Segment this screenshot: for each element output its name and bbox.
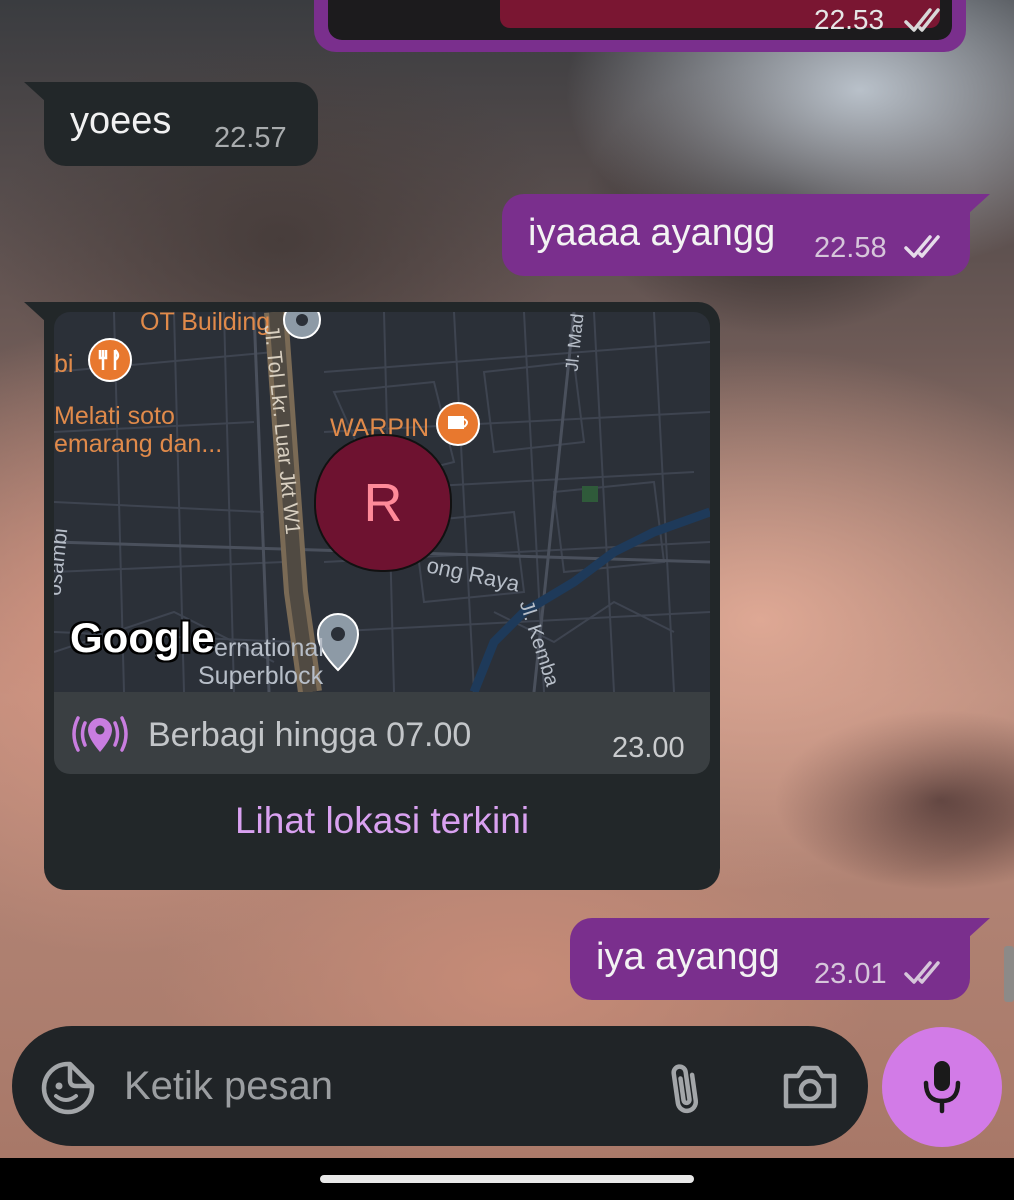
message-text: yoees	[70, 100, 172, 142]
bubble-tail	[24, 82, 46, 102]
double-check-icon	[904, 235, 940, 258]
map-label: OT Building	[140, 312, 271, 336]
live-location-icon	[72, 716, 128, 752]
map-label: ernational	[214, 634, 324, 662]
mic-icon	[923, 1061, 961, 1114]
bubble-tail	[968, 918, 990, 938]
message-bubble-outgoing[interactable]: iyaaaa ayangg 22.58	[502, 194, 970, 276]
message-time: 22.58	[814, 232, 887, 264]
message-bubble-incoming[interactable]: yoees 22.57	[44, 82, 318, 166]
message-text: iyaaaa ayangg	[528, 212, 776, 254]
map-label: bi	[54, 350, 74, 378]
double-check-icon	[904, 8, 940, 32]
message-time: 23.00	[612, 732, 685, 764]
map-label: Melati soto	[54, 402, 175, 430]
attach-icon[interactable]	[664, 1060, 706, 1118]
location-map[interactable]: OT Building bi Melati soto emarang dan..…	[54, 312, 710, 692]
view-live-location-button[interactable]: Lihat lokasi terkini	[44, 800, 720, 842]
message-time: 23.01	[814, 958, 887, 990]
sticker-icon[interactable]	[40, 1060, 96, 1116]
map-label: emarang dan...	[54, 430, 223, 458]
map-label: Superblock	[198, 662, 324, 690]
home-indicator[interactable]	[320, 1175, 694, 1183]
message-bubble-outgoing[interactable]: iya ayangg 23.01	[570, 918, 970, 1000]
bubble-tail	[24, 302, 46, 322]
google-logo: Google	[70, 614, 215, 661]
location-avatar[interactable]: R	[314, 434, 452, 572]
double-check-icon	[904, 961, 940, 984]
message-text: iya ayangg	[596, 936, 780, 978]
message-time: 22.53	[814, 4, 885, 35]
scrollbar-thumb[interactable]	[1004, 946, 1014, 1002]
message-input[interactable]: Ketik pesan	[124, 1064, 333, 1109]
avatar-letter: R	[363, 473, 403, 533]
bubble-tail	[968, 194, 990, 214]
voice-record-button[interactable]	[882, 1027, 1002, 1147]
message-time: 22.57	[214, 122, 287, 154]
camera-icon[interactable]	[782, 1062, 838, 1112]
share-duration-text: Berbagi hingga 07.00	[148, 716, 472, 754]
